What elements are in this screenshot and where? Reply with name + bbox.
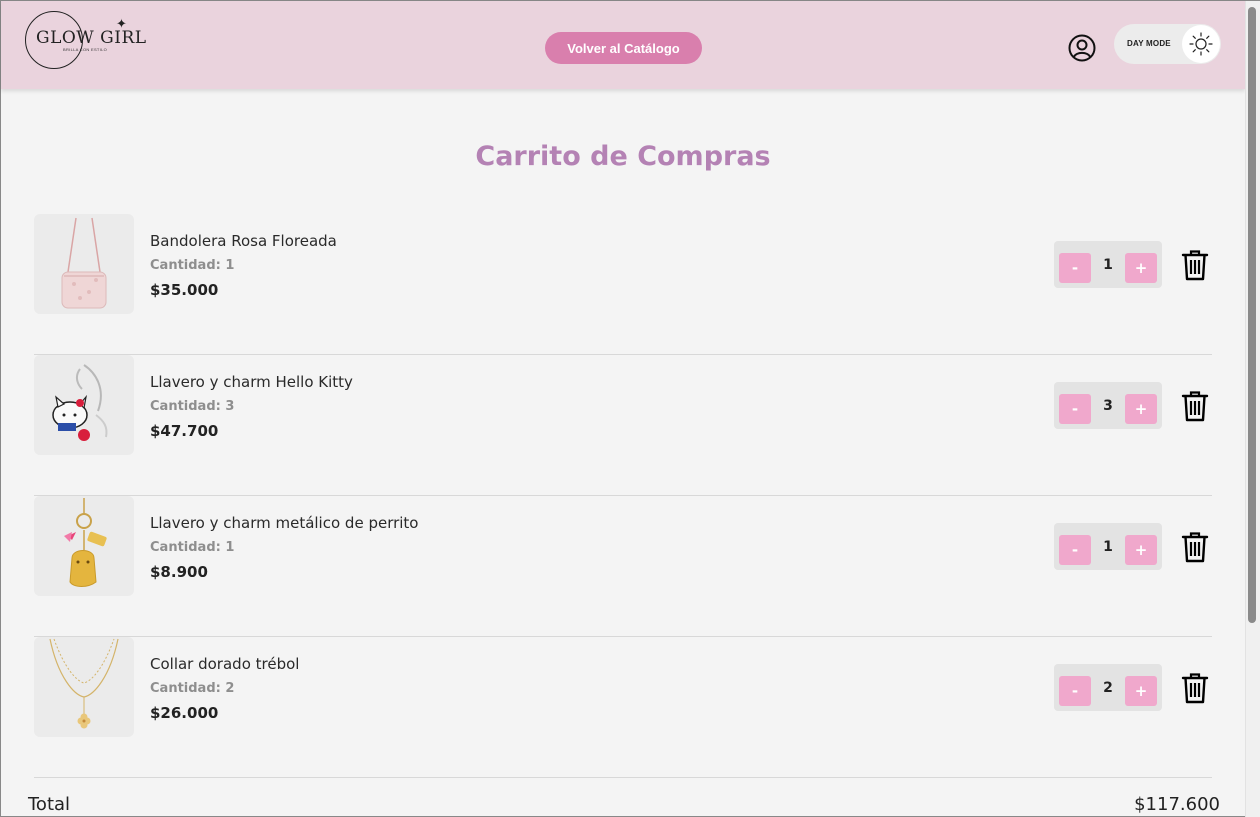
mode-label: DAY MODE — [1127, 39, 1171, 48]
increase-quantity-button[interactable]: + — [1125, 253, 1157, 283]
logo-text: GLOW GIRL — [36, 28, 147, 48]
clover-necklace-image — [49, 638, 119, 729]
quantity-stepper: - 2 + — [1054, 664, 1162, 711]
hello-kitty-keychain-image — [52, 364, 108, 441]
trash-icon[interactable] — [1179, 530, 1211, 564]
product-image — [34, 214, 134, 314]
total-label: Total — [28, 794, 71, 815]
trash-icon[interactable] — [1179, 671, 1211, 705]
item-name: Bandolera Rosa Floreada — [150, 232, 337, 250]
item-price: $35.000 — [150, 281, 219, 299]
sparkle-icon: ✦ — [116, 16, 127, 31]
sun-icon — [1189, 32, 1213, 56]
cart-item: Llavero y charm Hello Kitty Cantidad: 3 … — [34, 355, 1212, 496]
page-title: Carrito de Compras — [475, 141, 771, 172]
total-value: $117.600 — [1134, 794, 1220, 815]
quantity-stepper: - 1 + — [1054, 241, 1162, 288]
item-name: Llavero y charm Hello Kitty — [150, 373, 353, 391]
quantity-stepper: - 3 + — [1054, 382, 1162, 429]
item-price: $47.700 — [150, 422, 219, 440]
decrease-quantity-button[interactable]: - — [1059, 676, 1091, 706]
trash-icon[interactable] — [1179, 248, 1211, 282]
toggle-knob — [1182, 25, 1220, 63]
quantity-value: 1 — [1103, 257, 1113, 273]
scrollbar-thumb[interactable] — [1248, 7, 1256, 623]
increase-quantity-button[interactable]: + — [1125, 676, 1157, 706]
item-price: $8.900 — [150, 563, 208, 581]
cart-item: Bandolera Rosa Floreada Cantidad: 1 $35.… — [34, 214, 1212, 355]
trash-icon[interactable] — [1179, 389, 1211, 423]
crossbody-bag-image — [61, 217, 107, 309]
cart-item: Collar dorado trébol Cantidad: 2 $26.000… — [34, 637, 1212, 778]
product-image — [34, 355, 134, 455]
item-quantity: Cantidad: 1 — [150, 540, 235, 555]
item-quantity: Cantidad: 2 — [150, 681, 235, 696]
puppy-keychain-image — [64, 498, 107, 587]
increase-quantity-button[interactable]: + — [1125, 394, 1157, 424]
logo-subtitle: BRILLA CON ESTILO — [63, 47, 108, 52]
day-mode-toggle[interactable]: DAY MODE — [1114, 24, 1221, 64]
product-image — [34, 496, 134, 596]
glow-girl-logo[interactable]: GLOW GIRL BRILLA CON ESTILO ✦ — [25, 11, 146, 73]
cart-item: Llavero y charm metálico de perrito Cant… — [34, 496, 1212, 637]
increase-quantity-button[interactable]: + — [1125, 535, 1157, 565]
item-name: Collar dorado trébol — [150, 655, 300, 673]
decrease-quantity-button[interactable]: - — [1059, 394, 1091, 424]
item-quantity: Cantidad: 1 — [150, 258, 235, 273]
quantity-value: 1 — [1103, 539, 1113, 555]
decrease-quantity-button[interactable]: - — [1059, 253, 1091, 283]
user-account-icon[interactable] — [1068, 34, 1096, 62]
decrease-quantity-button[interactable]: - — [1059, 535, 1091, 565]
back-to-catalog-button[interactable]: Volver al Catálogo — [545, 32, 702, 64]
quantity-stepper: - 1 + — [1054, 523, 1162, 570]
item-quantity: Cantidad: 3 — [150, 399, 235, 414]
header: GLOW GIRL BRILLA CON ESTILO ✦ Volver al … — [1, 1, 1245, 89]
item-price: $26.000 — [150, 704, 219, 722]
quantity-value: 2 — [1103, 680, 1113, 696]
product-image — [34, 637, 134, 737]
quantity-value: 3 — [1103, 398, 1113, 414]
item-name: Llavero y charm metálico de perrito — [150, 514, 419, 532]
